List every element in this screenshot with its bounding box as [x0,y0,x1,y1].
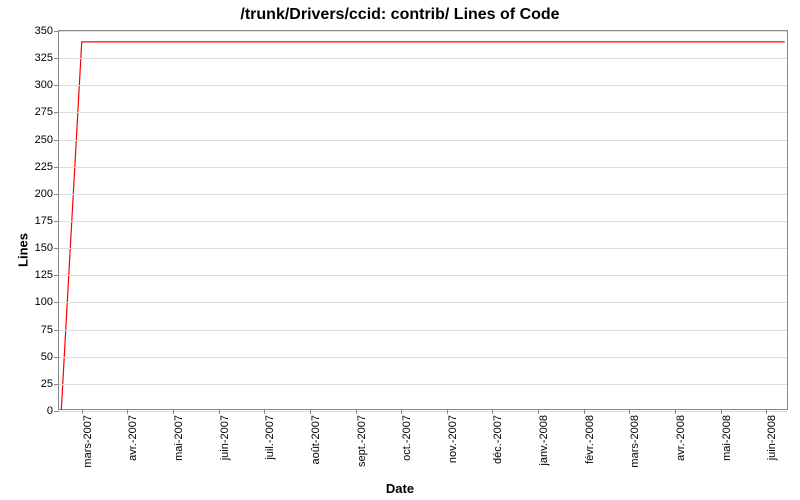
gridline-h [59,357,787,358]
x-tick-label: mars-2008 [629,415,641,468]
x-tick-label: avr.-2007 [127,415,139,461]
y-tick-label: 300 [35,79,53,91]
plot-area: 0255075100125150175200225250275300325350… [58,30,788,410]
y-tick-label: 275 [35,106,53,118]
x-tick-mark [766,409,767,414]
x-tick-mark [219,409,220,414]
y-tick-mark [54,221,59,222]
gridline-h [59,248,787,249]
y-tick-label: 50 [41,351,53,363]
gridline-h [59,85,787,86]
x-tick-mark [401,409,402,414]
y-tick-mark [54,384,59,385]
x-tick-mark [492,409,493,414]
y-tick-label: 100 [35,296,53,308]
gridline-h [59,140,787,141]
gridline-h [59,58,787,59]
y-tick-label: 250 [35,134,53,146]
x-tick-label: oct.-2007 [401,415,413,461]
series-line [61,42,784,410]
gridline-h [59,194,787,195]
y-tick-mark [54,194,59,195]
x-tick-label: févr.-2008 [584,415,596,464]
x-tick-label: juil.-2007 [264,415,276,460]
y-tick-mark [54,411,59,412]
chart-title: /trunk/Drivers/ccid: contrib/ Lines of C… [0,6,800,24]
gridline-h [59,411,787,412]
y-tick-label: 325 [35,52,53,64]
x-tick-label: mai-2008 [721,415,733,461]
y-tick-mark [54,275,59,276]
x-tick-label: mars-2007 [82,415,94,468]
x-tick-mark [538,409,539,414]
x-tick-mark [264,409,265,414]
x-axis-label: Date [0,481,800,496]
y-axis-label: Lines [15,233,30,267]
y-tick-mark [54,112,59,113]
y-tick-mark [54,85,59,86]
gridline-h [59,221,787,222]
x-tick-mark [310,409,311,414]
y-tick-mark [54,58,59,59]
y-tick-mark [54,357,59,358]
y-tick-mark [54,302,59,303]
gridline-h [59,31,787,32]
y-tick-mark [54,167,59,168]
y-tick-mark [54,140,59,141]
gridline-h [59,167,787,168]
x-tick-label: avr.-2008 [675,415,687,461]
x-tick-label: sept.-2007 [356,415,368,467]
x-tick-mark [629,409,630,414]
y-tick-label: 125 [35,269,53,281]
x-tick-label: juin-2007 [219,415,231,460]
x-tick-label: juin-2008 [766,415,778,460]
x-tick-mark [721,409,722,414]
y-tick-mark [54,248,59,249]
y-tick-label: 25 [41,378,53,390]
gridline-h [59,112,787,113]
y-tick-label: 0 [47,405,53,417]
x-tick-label: mai-2007 [173,415,185,461]
x-tick-label: déc.-2007 [492,415,504,464]
x-tick-mark [82,409,83,414]
y-tick-label: 175 [35,215,53,227]
x-tick-mark [173,409,174,414]
x-tick-mark [675,409,676,414]
x-tick-label: janv.-2008 [538,415,550,466]
y-tick-mark [54,31,59,32]
x-tick-label: nov.-2007 [447,415,459,463]
x-tick-mark [447,409,448,414]
gridline-h [59,275,787,276]
x-tick-mark [127,409,128,414]
x-tick-mark [356,409,357,414]
gridline-h [59,302,787,303]
gridline-h [59,330,787,331]
gridline-h [59,384,787,385]
y-tick-label: 225 [35,161,53,173]
y-tick-label: 75 [41,324,53,336]
y-tick-label: 350 [35,25,53,37]
y-tick-mark [54,330,59,331]
y-tick-label: 200 [35,188,53,200]
x-tick-label: août-2007 [310,415,322,465]
y-tick-label: 150 [35,242,53,254]
x-tick-mark [584,409,585,414]
